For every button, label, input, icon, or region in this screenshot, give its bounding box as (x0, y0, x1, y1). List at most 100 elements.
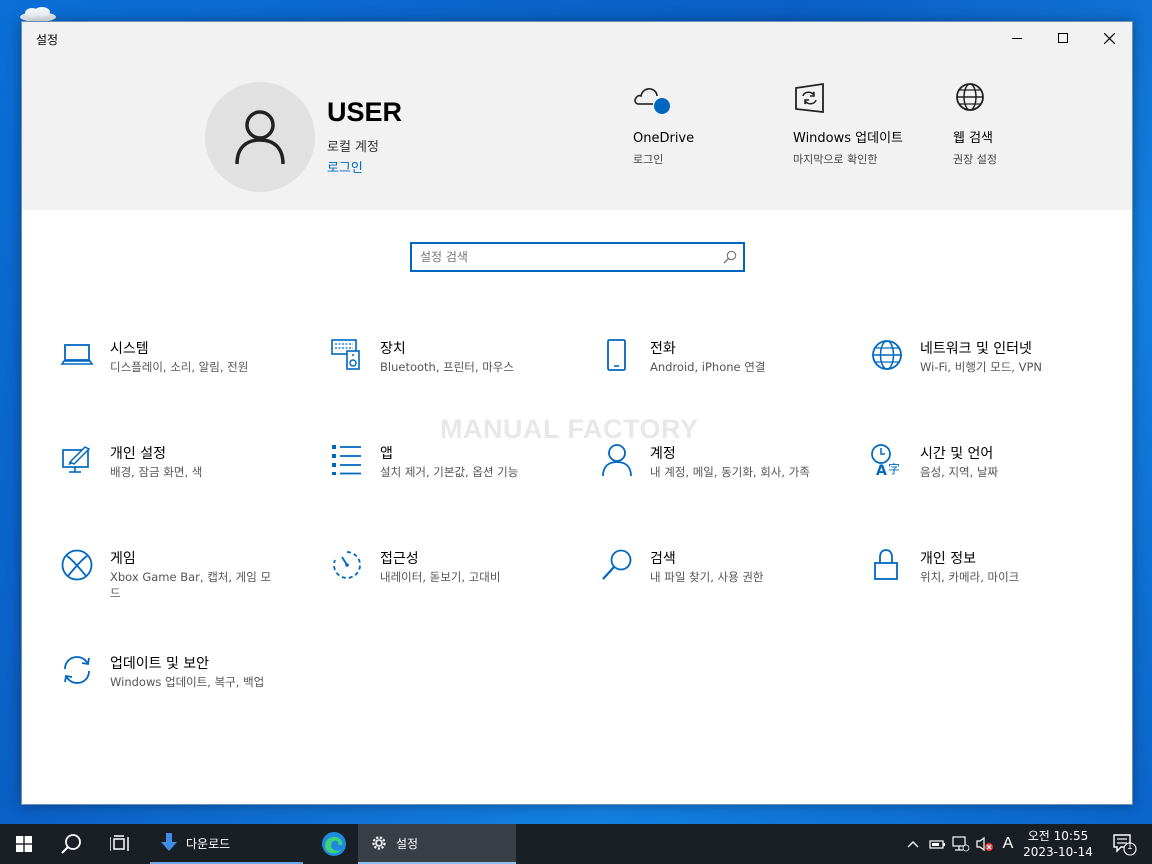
tray-battery[interactable] (926, 824, 948, 864)
speaker-muted-icon (976, 836, 993, 852)
svg-text:字: 字 (888, 461, 900, 476)
tile-accounts-sub: 내 계정, 메일, 동기화, 회사, 가족 (650, 465, 810, 479)
taskbar: 다운로드 설정 A 오전 10:55 2023-10-14 1 (0, 824, 1152, 864)
tray-ime[interactable]: A (998, 824, 1018, 864)
quick-web-search[interactable]: 웹 검색 권장 설정 (953, 82, 1073, 167)
tile-accounts[interactable]: 계정 내 계정, 메일, 동기화, 회사, 가족 (600, 443, 830, 513)
window-title: 설정 (36, 33, 59, 47)
close-button[interactable] (1086, 22, 1132, 54)
tile-time-language-sub: 음성, 지역, 날짜 (920, 465, 999, 479)
tile-apps-title: 앱 (380, 446, 393, 462)
xbox-icon (61, 549, 93, 581)
accessibility-timer-icon (333, 551, 361, 579)
phone-icon (607, 339, 626, 371)
devices-icon (331, 339, 360, 370)
maximize-icon (1058, 33, 1068, 43)
onedrive-title: OneDrive (633, 131, 695, 146)
globe-icon (956, 83, 984, 111)
titlebar: 설정 (22, 22, 1132, 54)
search-icon[interactable] (723, 250, 737, 264)
taskbar-edge[interactable] (310, 824, 358, 864)
tile-devices-title: 장치 (380, 341, 406, 357)
tile-accessibility-sub: 내레이터, 돋보기, 고대비 (380, 570, 501, 584)
laptop-icon (60, 344, 94, 365)
clock-date: 2023-10-14 (1023, 845, 1093, 859)
search-input[interactable] (420, 248, 710, 266)
tile-network-title: 네트워크 및 인터넷 (920, 341, 1032, 357)
tile-privacy[interactable]: 개인 정보 위치, 카메라, 마이크 (870, 548, 1100, 618)
tile-time-language-title: 시간 및 언어 (920, 446, 994, 462)
tile-update-security[interactable]: 업데이트 및 보안 Windows 업데이트, 복구, 백업 (60, 653, 290, 723)
onedrive-sub: 로그인 (633, 153, 664, 166)
tile-accessibility[interactable]: 접근성 내레이터, 돋보기, 고대비 (330, 548, 560, 618)
download-arrow-icon (161, 833, 177, 851)
taskbar-search-button[interactable] (48, 824, 96, 864)
task-view-button[interactable] (96, 824, 144, 864)
tile-search-sub: 내 파일 찾기, 사용 권한 (650, 570, 764, 584)
settings-window: 설정 USER 로컬 계정 로그인 OneDrive 로그인 Windows 업… (21, 21, 1133, 805)
tile-system[interactable]: 시스템 디스플레이, 소리, 알림, 전원 (60, 338, 290, 408)
taskbar-settings-label: 설정 (396, 836, 419, 851)
login-link[interactable]: 로그인 (327, 157, 363, 176)
tile-phone[interactable]: 전화 Android, iPhone 연결 (600, 338, 830, 408)
maximize-button[interactable] (1040, 22, 1086, 54)
settings-search[interactable] (410, 242, 745, 272)
desktop-cloud-icon (20, 7, 56, 22)
minimize-button[interactable] (994, 22, 1040, 54)
notification-icon (1113, 834, 1137, 856)
taskbar-settings[interactable]: 설정 (358, 824, 516, 864)
tile-search-title: 검색 (650, 551, 676, 567)
tray-clock[interactable]: 오전 10:55 2023-10-14 (1020, 824, 1096, 864)
network-wired-icon (952, 836, 970, 852)
tile-phone-title: 전화 (650, 341, 676, 357)
tile-devices-sub: Bluetooth, 프린터, 마우스 (380, 360, 514, 374)
tile-apps[interactable]: 앱 설치 제거, 기본값, 옵션 기능 (330, 443, 560, 513)
chevron-up-icon (907, 841, 919, 848)
svg-text:A: A (876, 463, 887, 477)
edge-browser-icon (322, 832, 346, 856)
tray-overflow-button[interactable] (902, 824, 924, 864)
account-header: USER 로컬 계정 로그인 OneDrive 로그인 Windows 업데이트… (22, 54, 1132, 210)
tile-accounts-title: 계정 (650, 446, 676, 462)
taskbar-downloads[interactable]: 다운로드 (150, 824, 303, 864)
windows-update-icon (795, 82, 824, 114)
tile-system-sub: 디스플레이, 소리, 알림, 전원 (110, 360, 249, 374)
notification-count: 1 (1127, 842, 1133, 852)
clock-time: 오전 10:55 (1027, 829, 1089, 843)
tile-system-title: 시스템 (110, 341, 149, 357)
tile-time-language[interactable]: A 字 시간 및 언어 음성, 지역, 날짜 (870, 443, 1100, 513)
tile-search[interactable]: 검색 내 파일 찾기, 사용 권한 (600, 548, 830, 618)
tile-privacy-sub: 위치, 카메라, 마이크 (920, 570, 1020, 584)
account-type: 로컬 계정 (327, 140, 379, 155)
tile-apps-sub: 설치 제거, 기본값, 옵션 기능 (380, 465, 519, 479)
tile-devices[interactable]: 장치 Bluetooth, 프린터, 마우스 (330, 338, 560, 408)
tile-network[interactable]: 네트워크 및 인터넷 Wi-Fi, 비행기 모드, VPN (870, 338, 1100, 408)
windows-logo-icon (16, 836, 32, 852)
web-search-sub: 권장 설정 (953, 153, 997, 166)
tile-gaming-sub: Xbox Game Bar, 캡처, 게임 모드 (110, 570, 272, 600)
tile-personalization[interactable]: 개인 설정 배경, 잠금 화면, 색 (60, 443, 290, 513)
quick-windows-update[interactable]: Windows 업데이트 마지막으로 확인한 (793, 82, 913, 167)
power-plug-icon (929, 840, 945, 849)
sync-icon (64, 656, 90, 684)
tile-accessibility-title: 접근성 (380, 551, 419, 567)
tile-gaming-title: 게임 (110, 551, 136, 567)
account-person-icon (602, 444, 632, 477)
lock-icon (874, 549, 898, 580)
avatar (205, 82, 315, 192)
apps-list-icon (332, 445, 361, 475)
tile-update-security-sub: Windows 업데이트, 복구, 백업 (110, 675, 265, 689)
action-center-button[interactable]: 1 (1104, 824, 1144, 864)
quick-onedrive[interactable]: OneDrive 로그인 (633, 82, 753, 167)
tray-network[interactable] (950, 824, 972, 864)
tile-network-sub: Wi-Fi, 비행기 모드, VPN (920, 360, 1043, 374)
windows-update-sub: 마지막으로 확인한 (793, 153, 878, 166)
tray-volume[interactable] (974, 824, 996, 864)
tile-gaming[interactable]: 게임 Xbox Game Bar, 캡처, 게임 모드 (60, 548, 290, 618)
personalization-icon (62, 446, 91, 473)
onedrive-icon (634, 88, 670, 114)
tile-update-security-title: 업데이트 및 보안 (110, 656, 210, 672)
time-language-icon: A 字 (871, 444, 900, 477)
start-button[interactable] (0, 824, 48, 864)
windows-update-title: Windows 업데이트 (793, 131, 904, 146)
